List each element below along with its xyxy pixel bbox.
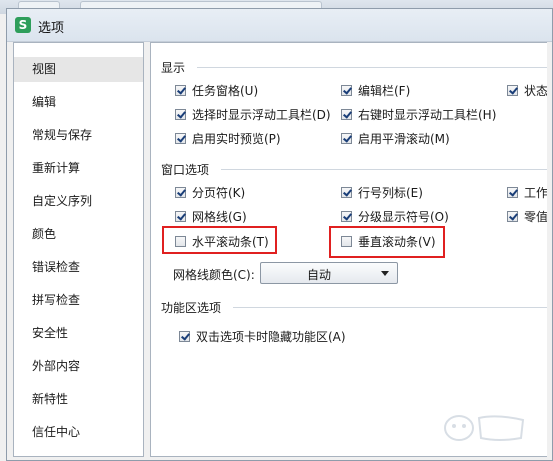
option-zero-values[interactable]: 零值( <box>507 207 547 225</box>
option-live-preview[interactable]: 启用实时预览(P) <box>175 129 281 147</box>
option-label: 网格线(G) <box>192 209 247 224</box>
option-label: 编辑栏(F) <box>358 83 411 98</box>
gridline-color-value: 自动 <box>306 268 331 282</box>
checkbox-checked-icon[interactable] <box>341 210 352 222</box>
checkbox-checked-icon[interactable] <box>175 84 186 96</box>
option-label: 任务窗格(U) <box>192 83 259 98</box>
checkbox-checked-icon[interactable] <box>175 186 186 198</box>
red-highlight-box <box>162 226 277 254</box>
dialog-titlebar: S 选项 <box>7 9 552 42</box>
sidebar-item-edit[interactable]: 编辑 <box>14 90 143 115</box>
option-task-pane[interactable]: 任务窗格(U) <box>175 81 258 99</box>
checkbox-checked-icon[interactable] <box>341 186 352 198</box>
section-divider <box>233 307 547 308</box>
red-highlight-box <box>329 226 445 258</box>
checkbox-checked-icon[interactable] <box>175 132 186 144</box>
sidebar-item-trust-center[interactable]: 信任中心 <box>14 420 143 445</box>
sidebar-item-external-content[interactable]: 外部内容 <box>14 354 143 379</box>
sidebar-item-new-features[interactable]: 新特性 <box>14 387 143 412</box>
option-label: 分页符(K) <box>192 185 246 200</box>
option-page-breaks[interactable]: 分页符(K) <box>175 183 245 201</box>
gridline-color-dropdown[interactable]: 自动 <box>260 262 398 284</box>
checkbox-checked-icon[interactable] <box>175 210 186 222</box>
ribbon-section-title: 功能区选项 <box>161 301 222 315</box>
checkbox-checked-icon[interactable] <box>507 186 518 198</box>
sidebar-item-spell-check[interactable]: 拼写检查 <box>14 288 143 313</box>
sidebar-item-general-save[interactable]: 常规与保存 <box>14 123 143 148</box>
option-label: 启用实时预览(P) <box>192 131 281 146</box>
option-float-toolbar-rightclick[interactable]: 右键时显示浮动工具栏(H) <box>341 105 496 123</box>
option-float-toolbar-select[interactable]: 选择时显示浮动工具栏(D) <box>175 105 331 123</box>
options-sidebar: 视图 编辑 常规与保存 重新计算 自定义序列 颜色 错误检查 拼写检查 安全性 … <box>13 42 144 457</box>
option-outline-symbols[interactable]: 分级显示符号(O) <box>341 207 449 225</box>
option-label: 启用平滑滚动(M) <box>358 131 450 146</box>
options-content-panel: 显示 任务窗格(U) 编辑栏(F) 状态栏 选择时显示浮动工具栏(D) 右键时显… <box>150 42 547 457</box>
watermark-logo-icon <box>444 415 525 441</box>
option-gridlines[interactable]: 网格线(G) <box>175 207 247 225</box>
sidebar-item-error-check[interactable]: 错误检查 <box>14 255 143 280</box>
option-label: 双击选项卡时隐藏功能区(A) <box>196 329 346 344</box>
checkbox-checked-icon[interactable] <box>175 108 186 120</box>
chevron-down-icon <box>381 271 389 276</box>
option-row-col-headers[interactable]: 行号列标(E) <box>341 183 423 201</box>
checkbox-checked-icon[interactable] <box>507 210 518 222</box>
checkbox-checked-icon[interactable] <box>179 330 190 342</box>
checkbox-checked-icon[interactable] <box>341 84 352 96</box>
checkbox-checked-icon[interactable] <box>341 132 352 144</box>
display-section-title: 显示 <box>161 61 186 75</box>
option-sheet-tabs[interactable]: 工作表 <box>507 183 547 201</box>
section-divider <box>221 169 547 170</box>
option-label: 分级显示符号(O) <box>358 209 449 224</box>
sidebar-item-security[interactable]: 安全性 <box>14 321 143 346</box>
sidebar-item-custom-lists[interactable]: 自定义序列 <box>14 189 143 214</box>
window-options-section-title: 窗口选项 <box>161 163 210 177</box>
option-label: 零值( <box>524 209 547 224</box>
option-smooth-scroll[interactable]: 启用平滑滚动(M) <box>341 129 450 147</box>
option-label: 工作表 <box>524 185 547 200</box>
option-label: 行号列标(E) <box>358 185 423 200</box>
option-label: 状态栏 <box>524 83 547 98</box>
gridline-color-label: 网格线颜色(C): <box>173 268 255 282</box>
option-label: 右键时显示浮动工具栏(H) <box>358 107 497 122</box>
option-hide-ribbon-doubleclick[interactable]: 双击选项卡时隐藏功能区(A) <box>179 327 346 345</box>
option-label: 选择时显示浮动工具栏(D) <box>192 107 331 122</box>
option-formula-bar[interactable]: 编辑栏(F) <box>341 81 410 99</box>
sidebar-item-view[interactable]: 视图 <box>14 57 143 82</box>
sidebar-item-color[interactable]: 颜色 <box>14 222 143 247</box>
checkbox-checked-icon[interactable] <box>341 108 352 120</box>
option-status-bar[interactable]: 状态栏 <box>507 81 547 99</box>
checkbox-checked-icon[interactable] <box>507 84 518 96</box>
sidebar-item-recalculate[interactable]: 重新计算 <box>14 156 143 181</box>
app-logo-icon: S <box>15 17 31 33</box>
section-divider <box>197 67 547 68</box>
dialog-title: 选项 <box>38 21 65 36</box>
